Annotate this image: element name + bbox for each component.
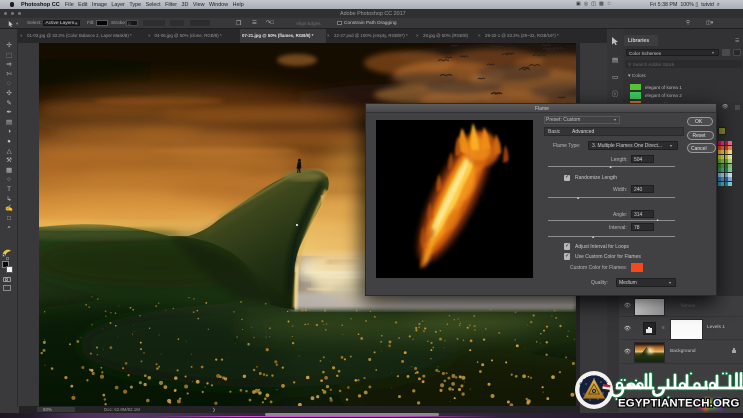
svg-text:EGYPTIANTECH.ORG: EGYPTIANTECH.ORG [618, 398, 740, 410]
